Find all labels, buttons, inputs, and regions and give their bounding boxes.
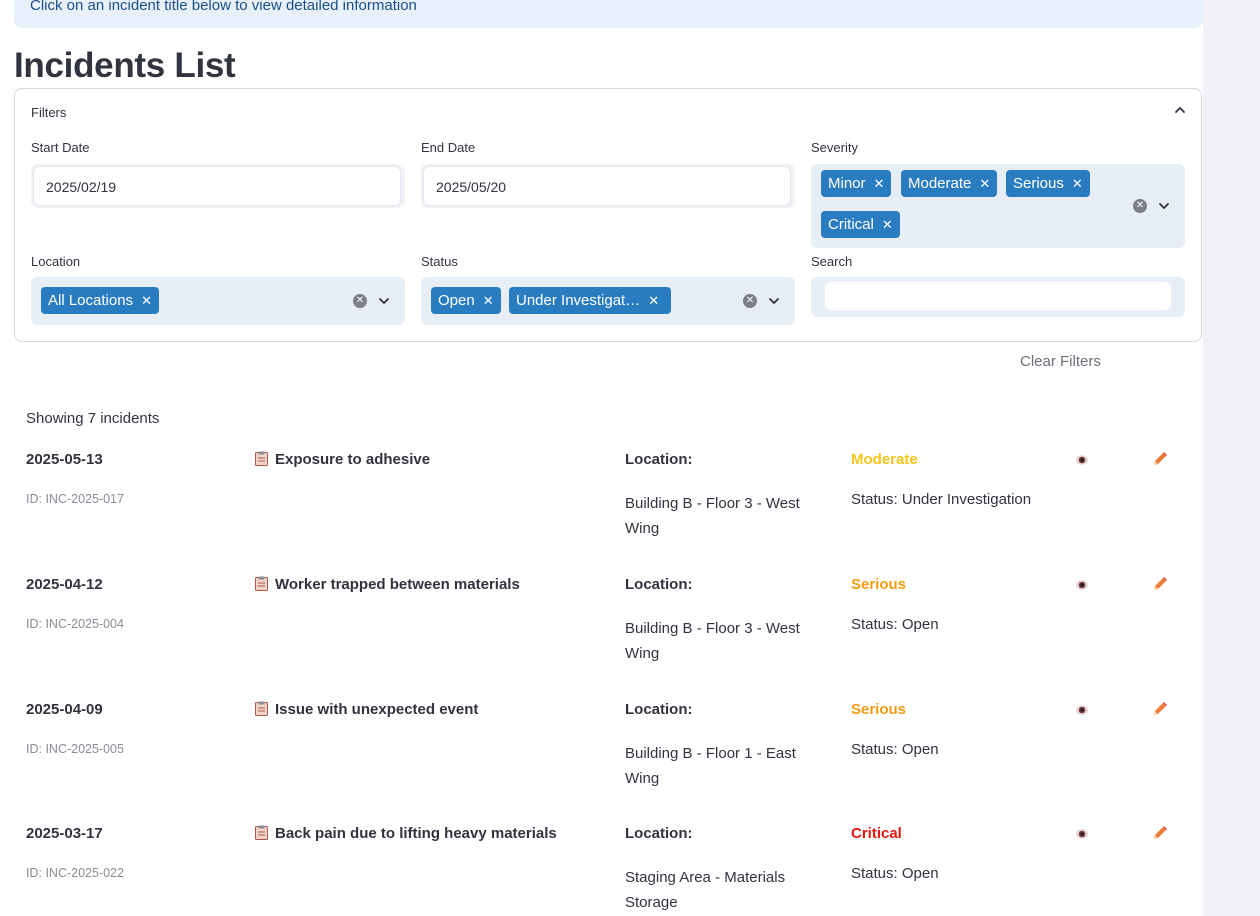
eye-icon[interactable] bbox=[1074, 703, 1090, 717]
incident-title-link[interactable]: Exposure to adhesive bbox=[255, 451, 430, 468]
severity-badge: Serious bbox=[851, 701, 907, 718]
remove-tag-icon[interactable]: ✕ bbox=[882, 217, 893, 232]
incident-id: ID: INC-2025-017 bbox=[26, 492, 124, 506]
search-field[interactable] bbox=[811, 277, 1185, 317]
incident-location: Building B - Floor 3 - West Wing bbox=[625, 620, 800, 662]
location-label: Location: bbox=[625, 451, 693, 468]
location-label: Location: bbox=[625, 825, 693, 842]
chevron-down-icon[interactable] bbox=[767, 294, 781, 308]
results-count: Showing 7 incidents bbox=[26, 410, 160, 427]
location-label: Location bbox=[31, 254, 81, 269]
location-label: Location: bbox=[625, 701, 693, 718]
pencil-icon[interactable] bbox=[1152, 701, 1168, 717]
incident-date: 2025-03-17 bbox=[26, 825, 103, 842]
remove-tag-icon[interactable]: ✕ bbox=[483, 293, 494, 308]
severity-tag-serious[interactable]: Serious ✕ bbox=[1006, 170, 1090, 197]
status-label: Status bbox=[421, 254, 458, 269]
severity-tag-moderate[interactable]: Moderate ✕ bbox=[901, 170, 998, 197]
location-multiselect[interactable]: All Locations ✕ ✕ bbox=[31, 277, 405, 325]
main-content: Click on an incident title below to view… bbox=[0, 0, 1203, 916]
severity-tag-critical[interactable]: Critical ✕ bbox=[821, 211, 900, 238]
incident-date: 2025-05-13 bbox=[26, 451, 103, 468]
eye-icon[interactable] bbox=[1074, 453, 1090, 467]
location-tag-all[interactable]: All Locations ✕ bbox=[41, 287, 159, 314]
clear-all-icon[interactable]: ✕ bbox=[1133, 199, 1147, 213]
end-date-field[interactable]: 2025/05/20 bbox=[421, 164, 795, 208]
severity-label: Severity bbox=[811, 140, 858, 155]
incident-id: ID: INC-2025-005 bbox=[26, 742, 124, 756]
clear-all-icon[interactable]: ✕ bbox=[353, 294, 367, 308]
pencil-icon[interactable] bbox=[1152, 451, 1168, 467]
chevron-down-icon[interactable] bbox=[1157, 199, 1171, 213]
severity-badge: Serious bbox=[851, 576, 907, 593]
page-title: Incidents List bbox=[14, 46, 236, 85]
start-date-value[interactable]: 2025/02/19 bbox=[33, 166, 401, 206]
incident-location: Building B - Floor 1 - East Wing bbox=[625, 745, 796, 787]
status-tag-under-investigation[interactable]: Under Investigat… ✕ bbox=[509, 287, 671, 314]
remove-tag-icon[interactable]: ✕ bbox=[141, 293, 152, 308]
location-label: Location: bbox=[625, 576, 693, 593]
incident-status: Status: Open bbox=[851, 865, 939, 882]
eye-icon[interactable] bbox=[1074, 827, 1090, 841]
status-tag-open[interactable]: Open ✕ bbox=[431, 287, 501, 314]
pencil-icon[interactable] bbox=[1152, 576, 1168, 592]
clipboard-icon bbox=[255, 825, 268, 840]
search-label: Search bbox=[811, 254, 853, 269]
incident-id: ID: INC-2025-022 bbox=[26, 866, 124, 880]
incident-id: ID: INC-2025-004 bbox=[26, 617, 124, 631]
info-banner: Click on an incident title below to view… bbox=[14, 0, 1203, 28]
clear-all-icon[interactable]: ✕ bbox=[743, 294, 757, 308]
incident-title-link[interactable]: Issue with unexpected event bbox=[255, 701, 478, 718]
filters-title[interactable]: Filters bbox=[31, 105, 66, 120]
incident-status: Status: Open bbox=[851, 616, 939, 633]
incident-date: 2025-04-09 bbox=[26, 701, 103, 718]
search-input[interactable] bbox=[825, 282, 1171, 310]
start-date-label: Start Date bbox=[31, 140, 90, 155]
chevron-up-icon[interactable] bbox=[1173, 103, 1187, 117]
incident-status: Status: Open bbox=[851, 741, 939, 758]
pencil-icon[interactable] bbox=[1152, 825, 1168, 841]
filters-panel: Filters Start Date 2025/02/19 End Date 2… bbox=[14, 88, 1202, 342]
incident-location: Staging Area - Materials Storage bbox=[625, 869, 786, 911]
remove-tag-icon[interactable]: ✕ bbox=[874, 176, 885, 191]
incident-status: Status: Under Investigation bbox=[851, 491, 1032, 508]
incident-date: 2025-04-12 bbox=[26, 576, 103, 593]
severity-tag-minor[interactable]: Minor ✕ bbox=[821, 170, 892, 197]
clipboard-icon bbox=[255, 701, 268, 716]
remove-tag-icon[interactable]: ✕ bbox=[1072, 176, 1083, 191]
clipboard-icon bbox=[255, 451, 268, 466]
clear-filters-button[interactable]: Clear Filters bbox=[1020, 353, 1101, 370]
severity-badge: Critical bbox=[851, 825, 902, 842]
severity-multiselect[interactable]: Minor ✕ Moderate ✕ Serious ✕ Critical ✕ ✕ bbox=[811, 164, 1185, 248]
status-multiselect[interactable]: Open ✕ Under Investigat… ✕ ✕ bbox=[421, 277, 795, 325]
incident-location: Building B - Floor 3 - West Wing bbox=[625, 495, 800, 537]
chevron-down-icon[interactable] bbox=[377, 294, 391, 308]
remove-tag-icon[interactable]: ✕ bbox=[648, 293, 659, 308]
info-banner-text: Click on an incident title below to view… bbox=[30, 0, 417, 14]
end-date-label: End Date bbox=[421, 140, 476, 155]
incident-title-link[interactable]: Back pain due to lifting heavy materials bbox=[255, 825, 557, 842]
severity-badge: Moderate bbox=[851, 451, 918, 468]
remove-tag-icon[interactable]: ✕ bbox=[979, 176, 990, 191]
incident-title-link[interactable]: Worker trapped between materials bbox=[255, 576, 520, 593]
end-date-value[interactable]: 2025/05/20 bbox=[423, 166, 791, 206]
clipboard-icon bbox=[255, 576, 268, 591]
eye-icon[interactable] bbox=[1074, 578, 1090, 592]
start-date-field[interactable]: 2025/02/19 bbox=[31, 164, 405, 208]
